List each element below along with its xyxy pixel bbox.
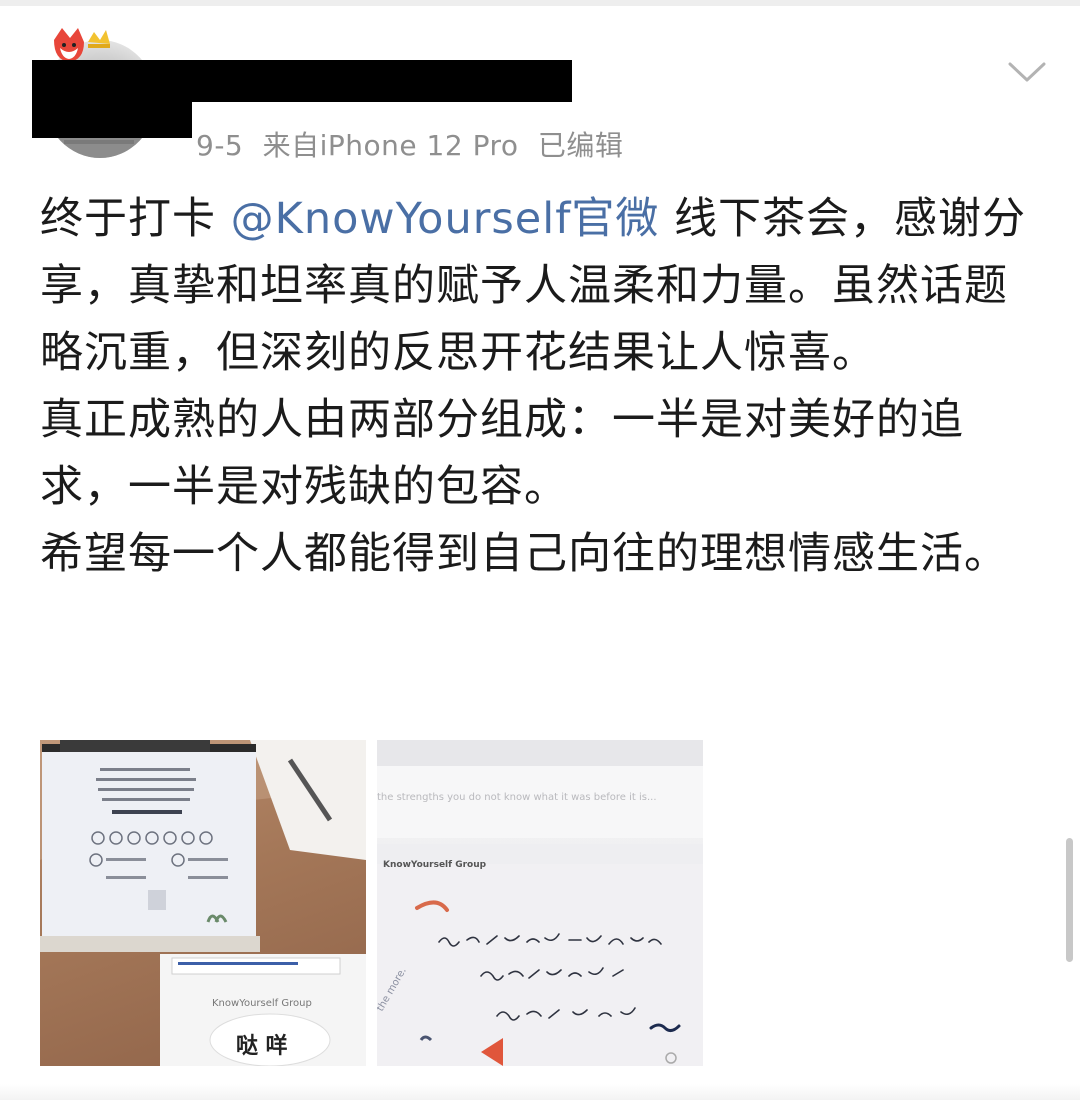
top-divider [0, 0, 1080, 6]
edited-label: 已编辑 [537, 129, 624, 162]
post-paragraph: 真正成熟的人由两部分组成：一半是对美好的追求，一半是对残缺的包容。 [40, 395, 964, 512]
card-sign: 哒 咩 [236, 1034, 288, 1059]
banner-text: the strengths you do not know what it wa… [377, 792, 657, 803]
post-source: 来自iPhone 12 Pro [262, 129, 519, 162]
card-header: KnowYourself Group [383, 860, 487, 870]
post-paragraph: 终于打卡 @KnowYourself官微 线下茶会，感谢分享，真挚和坦率真的赋予… [40, 194, 1027, 378]
card-label: KnowYourself Group [212, 998, 312, 1009]
mention-link[interactable]: @KnowYourself官微 [231, 194, 660, 244]
bottom-edge [0, 1084, 1080, 1100]
photo-table-sign [40, 740, 366, 1066]
scrollbar[interactable] [1066, 838, 1073, 962]
post-date: 9-5 [196, 129, 244, 162]
post-paragraph: 希望每一个人都能得到自己向往的理想情感生活。 [40, 529, 1008, 579]
post-text: 终于打卡 @KnowYourself官微 线下茶会，感谢分享，真挚和坦率真的赋予… [40, 186, 1040, 588]
chevron-down-icon[interactable] [1004, 56, 1050, 86]
post-meta: 9-5 来自iPhone 12 Pro 已编辑 [196, 124, 633, 164]
post-image-2[interactable]: the strengths you do not know what it wa… [377, 740, 703, 1066]
post-image-1[interactable]: KnowYourself Group 哒 咩 [40, 740, 366, 1066]
photo-handwritten-note [377, 740, 703, 1066]
redacted-username-tail [32, 96, 192, 138]
